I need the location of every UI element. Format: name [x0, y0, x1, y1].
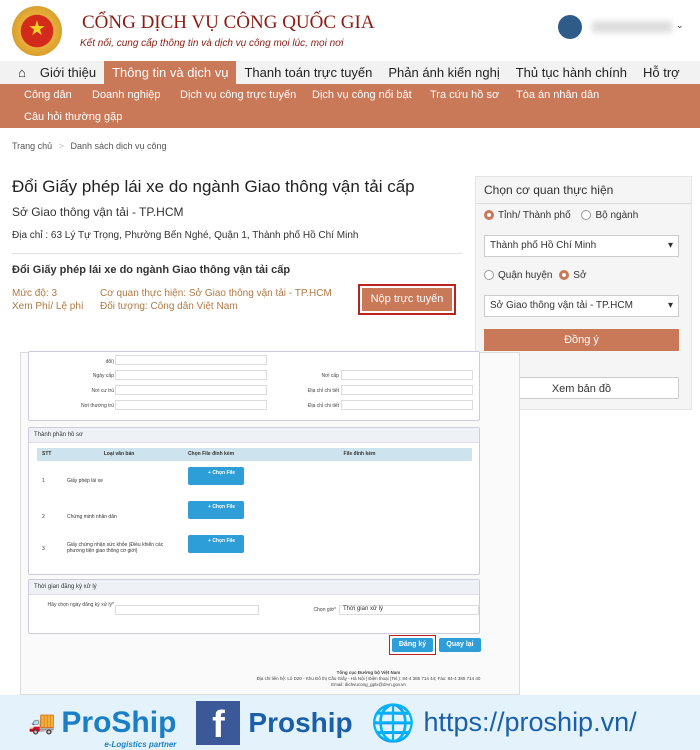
- row-stt: 3: [42, 546, 45, 552]
- agency-name: Sở Giao thông vận tải - TP.HCM: [12, 205, 184, 219]
- breadcrumb-separator: >: [58, 141, 64, 151]
- truck-icon: 🚚: [28, 709, 56, 735]
- home-icon[interactable]: ⌂: [0, 61, 32, 84]
- subnav-lookup[interactable]: Tra cứu hồ sơ: [430, 89, 499, 101]
- row-doc-name: Giấy chứng nhận sức khỏe (Điều khiển các…: [67, 542, 164, 554]
- page-title: Đổi Giấy phép lái xe do ngành Giao thông…: [12, 177, 415, 196]
- submit-online-highlight: Nộp trực tuyến: [358, 284, 456, 315]
- subnav-online-services[interactable]: Dịch vụ công trực tuyến: [180, 89, 296, 101]
- proship-logo: ProShip e-Logistics partner: [61, 705, 177, 749]
- subnav-citizen[interactable]: Công dân: [24, 89, 72, 101]
- schedule-title: Thời gian đăng ký xử lý: [29, 580, 479, 595]
- national-emblem-logo: ★: [12, 6, 62, 56]
- portal-tagline: Kết nối, cung cấp thông tin và dịch vụ c…: [80, 38, 344, 49]
- radio-department[interactable]: [559, 270, 570, 281]
- documents-title: Thành phần hồ sơ: [29, 428, 479, 443]
- choose-file-button[interactable]: + Chọn File: [188, 501, 244, 519]
- col-choose-file: Chọn File đính kèm: [175, 448, 247, 461]
- agency-address: Địa chỉ : 63 Lý Tự Trọng, Phường Bến Ngh…: [12, 230, 359, 241]
- issue-date-input[interactable]: [115, 370, 267, 380]
- residence-input[interactable]: [115, 385, 267, 395]
- row-stt: 2: [42, 514, 45, 520]
- portal-brand[interactable]: CỔNG DỊCH VỤ CÔNG QUỐC GIA: [82, 12, 375, 34]
- permanent-address-input[interactable]: [341, 400, 473, 410]
- hour-label: Chọn giờ*: [313, 607, 336, 613]
- chevron-down-icon[interactable]: ⌄: [676, 20, 684, 31]
- facebook-icon: f: [196, 700, 241, 746]
- service-org: Cơ quan thực hiện: Sở Giao thông vận tải…: [100, 288, 332, 299]
- permanent-address-label: Địa chỉ chi tiết: [307, 403, 339, 409]
- radio-department-label: Sở: [573, 270, 587, 281]
- divider: [12, 253, 462, 254]
- user-avatar-icon[interactable]: [558, 15, 582, 39]
- col-doc-type: Loại văn bản: [63, 448, 175, 461]
- fee-link[interactable]: Xem Phí/ Lệ phí: [12, 301, 84, 312]
- service-title: Đổi Giấy phép lái xe do ngành Giao thông…: [12, 264, 291, 276]
- col-attached: File đính kèm: [247, 448, 472, 461]
- subnav-business[interactable]: Doanh nghiệp: [92, 89, 161, 101]
- nav-feedback[interactable]: Phản ánh kiến nghị: [380, 61, 507, 84]
- website-url: https://proship.vn/: [423, 707, 637, 737]
- issue-place-label: Nơi cấp: [321, 373, 339, 379]
- nav-intro[interactable]: Giới thiệu: [32, 61, 104, 84]
- subnav-faq[interactable]: Câu hỏi thường gặp: [24, 111, 122, 123]
- issue-date-label: Ngày cấp: [92, 373, 114, 379]
- service-level: Mức độ: 3: [12, 288, 58, 299]
- panel-title: Chọn cơ quan thực hiện: [476, 177, 691, 204]
- issue-place-input[interactable]: [341, 370, 473, 380]
- row-stt: 1: [42, 478, 45, 484]
- proship-banner: 🚚 ProShip e-Logistics partner f Proship …: [0, 695, 700, 750]
- row-doc-name: Chứng minh nhân dân: [67, 514, 117, 520]
- radio-province[interactable]: [484, 210, 494, 221]
- breadcrumb-current[interactable]: Danh sách dịch vụ công: [71, 141, 167, 151]
- facebook-name: Proship: [248, 706, 353, 738]
- col-stt: STT: [37, 448, 63, 461]
- nav-payment[interactable]: Thanh toán trực tuyến: [236, 61, 380, 84]
- register-button[interactable]: Đăng ký: [392, 638, 433, 652]
- residence-address-input[interactable]: [341, 385, 473, 395]
- nav-support[interactable]: Hỗ trợ: [635, 61, 688, 84]
- main-nav: ⌂ Giới thiệu Thông tin và dịch vụ Thanh …: [0, 61, 700, 84]
- date-label: Hãy chọn ngày đăng ký xử lý*: [47, 602, 114, 608]
- breadcrumb-home[interactable]: Trang chủ: [12, 141, 52, 151]
- radio-district[interactable]: [484, 270, 494, 281]
- service-target: Đối tượng: Công dân Việt Nam: [100, 301, 238, 312]
- form-footer: Tổng cục Đường bộ Việt Nam Địa chỉ liên …: [221, 670, 516, 688]
- sub-nav: Công dân Doanh nghiệp Dịch vụ công trực …: [0, 84, 700, 128]
- schedule-box: Thời gian đăng ký xử lý Hãy chọn ngày đă…: [28, 579, 480, 634]
- nav-info-services[interactable]: Thông tin và dịch vụ: [104, 61, 237, 84]
- globe-icon: 🌐: [370, 701, 416, 743]
- register-highlight: Đăng ký: [389, 635, 436, 655]
- field-input[interactable]: [115, 355, 267, 365]
- footer-email: Email: dichvucong_gplx@drvn.gov.vn: [331, 682, 406, 687]
- radio-province-label: Tỉnh/ Thành phố: [498, 210, 571, 221]
- subnav-featured[interactable]: Dịch vụ công nổi bật: [312, 89, 412, 101]
- back-button[interactable]: Quay lại: [439, 638, 481, 652]
- user-name-blurred[interactable]: [592, 21, 672, 33]
- radio-ministry[interactable]: [581, 210, 592, 221]
- permanent-label: Nơi thường trú: [81, 403, 114, 409]
- application-form-screenshot: đổi) Ngày cấp Nơi cấp Nơi cư trú Địa chỉ…: [20, 351, 520, 695]
- hour-select[interactable]: Thời gian xử lý: [339, 605, 479, 615]
- permanent-input[interactable]: [115, 400, 267, 410]
- breadcrumb: Trang chủ > Danh sách dịch vụ công: [12, 141, 167, 151]
- choose-file-button[interactable]: + Chọn File: [188, 467, 244, 485]
- field-label: đổi): [105, 359, 114, 365]
- confirm-button[interactable]: Đồng ý: [484, 329, 679, 351]
- personal-info-box: đổi) Ngày cấp Nơi cấp Nơi cư trú Địa chỉ…: [28, 351, 480, 421]
- choose-file-button[interactable]: + Chọn File: [188, 535, 244, 553]
- documents-box: Thành phần hồ sơ STT Loại văn bản Chọn F…: [28, 427, 480, 575]
- row-doc-name: Giấy phép lái xe: [67, 478, 103, 484]
- radio-ministry-label: Bộ ngành: [595, 210, 639, 221]
- province-select[interactable]: Thành phố Hồ Chí Minh: [484, 235, 679, 257]
- radio-district-label: Quận huyện: [498, 270, 553, 281]
- subnav-court[interactable]: Tòa án nhân dân: [516, 89, 599, 101]
- submit-online-button[interactable]: Nộp trực tuyến: [362, 288, 452, 311]
- residence-label: Nơi cư trú: [91, 388, 114, 394]
- nav-procedures[interactable]: Thủ tục hành chính: [508, 61, 635, 84]
- department-select[interactable]: Sở Giao thông vận tải - TP.HCM: [484, 295, 679, 317]
- date-input[interactable]: [115, 605, 259, 615]
- residence-address-label: Địa chỉ chi tiết: [307, 388, 339, 394]
